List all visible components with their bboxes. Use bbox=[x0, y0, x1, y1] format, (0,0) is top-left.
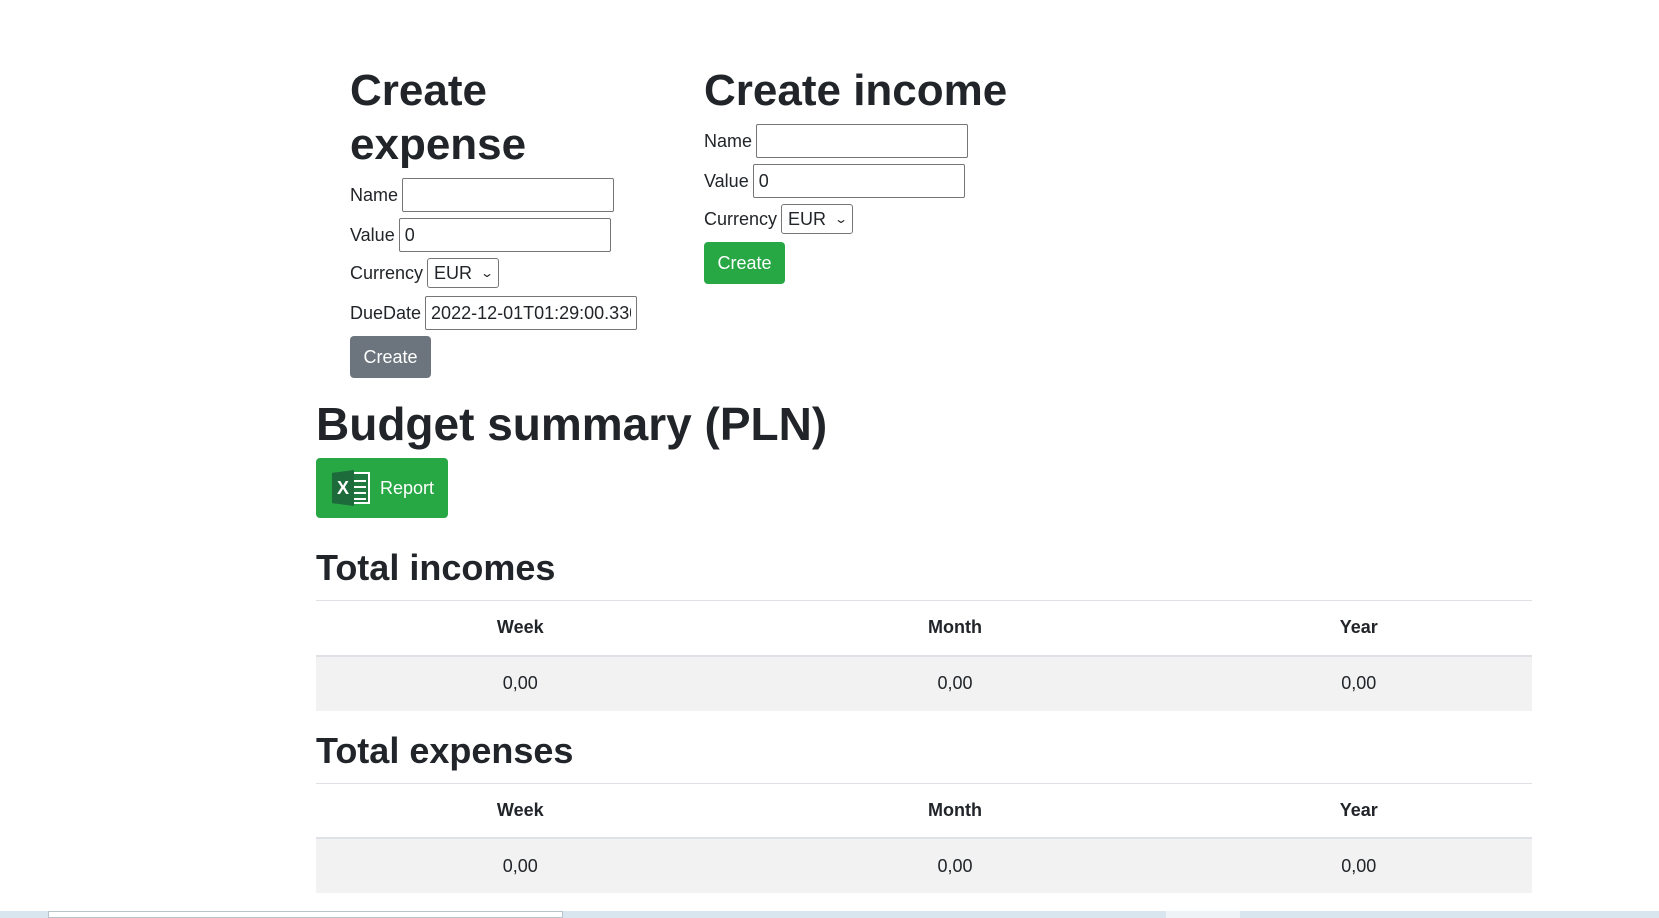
expense-name-input[interactable] bbox=[402, 178, 615, 212]
income-currency-label: Currency bbox=[704, 208, 778, 229]
table-cell: 0,00 bbox=[1341, 855, 1377, 876]
total-expenses-table: Week Month Year 0,00 0,00 0,00 bbox=[316, 783, 1532, 893]
expense-currency-label: Currency bbox=[350, 262, 424, 283]
total-incomes-title: Total incomes bbox=[316, 547, 556, 588]
create-income-title: Create income bbox=[704, 66, 1008, 115]
column-header: Month bbox=[928, 617, 982, 638]
income-name-input[interactable] bbox=[756, 124, 969, 158]
table-cell: 0,00 bbox=[502, 673, 538, 693]
expense-value-input[interactable] bbox=[398, 218, 611, 252]
excel-icon: X bbox=[332, 470, 372, 506]
report-button[interactable]: X Report bbox=[316, 458, 448, 518]
expense-name-label: Name bbox=[350, 184, 399, 205]
expense-duedate-input[interactable] bbox=[425, 296, 638, 330]
table-cell: 0,00 bbox=[1341, 673, 1377, 693]
expense-value-field: Value bbox=[350, 218, 650, 252]
chevron-down-icon: ⌄ bbox=[479, 266, 495, 280]
column-header: Week bbox=[496, 617, 544, 638]
budget-summary-title: Budget summary (PLN) bbox=[316, 398, 828, 450]
expense-currency-field: Currency EUR ⌄ bbox=[350, 258, 650, 288]
create-expense-button[interactable]: Create bbox=[350, 336, 431, 378]
expense-duedate-label: DueDate bbox=[350, 302, 422, 323]
total-expenses-title: Total expenses bbox=[316, 729, 574, 771]
column-header: Year bbox=[1339, 617, 1378, 638]
create-expense-title: Create expense bbox=[350, 66, 527, 169]
page: Create expense Name Value Currency EUR ⌄… bbox=[0, 0, 1659, 918]
income-value-label: Value bbox=[704, 170, 749, 191]
taskbar-item[interactable] bbox=[1166, 911, 1240, 918]
column-header: Month bbox=[928, 799, 982, 820]
create-expense-form: Create expense Name Value Currency EUR ⌄… bbox=[350, 64, 650, 378]
table-row: 0,00 0,00 0,00 bbox=[316, 655, 1532, 711]
create-income-button[interactable]: Create bbox=[704, 242, 785, 284]
chevron-down-icon: ⌄ bbox=[833, 212, 849, 226]
income-name-label: Name bbox=[704, 130, 753, 151]
income-currency-select[interactable]: EUR ⌄ bbox=[781, 204, 854, 234]
expense-name-field: Name bbox=[350, 178, 650, 212]
column-header: Year bbox=[1339, 799, 1378, 820]
table-row: 0,00 0,00 0,00 bbox=[316, 838, 1532, 893]
income-currency-value: EUR bbox=[788, 208, 827, 229]
income-value-field: Value bbox=[704, 164, 1024, 198]
expense-currency-select[interactable]: EUR ⌄ bbox=[427, 258, 500, 288]
column-header: Week bbox=[496, 799, 544, 820]
taskbar-search-box[interactable] bbox=[48, 911, 563, 918]
expense-duedate-field: DueDate bbox=[350, 296, 650, 330]
table-header-row: Week Month Year bbox=[316, 600, 1532, 656]
expense-value-label: Value bbox=[350, 224, 395, 245]
income-name-field: Name bbox=[704, 124, 1024, 158]
report-button-label: Report bbox=[380, 477, 435, 498]
budget-summary: Budget summary (PLN) X Report Total inco… bbox=[316, 396, 1532, 893]
total-incomes-table: Week Month Year 0,00 0,00 0,00 bbox=[316, 600, 1532, 711]
table-header-row: Week Month Year bbox=[316, 783, 1532, 838]
table-cell: 0,00 bbox=[502, 855, 538, 876]
table-cell: 0,00 bbox=[937, 673, 973, 693]
create-income-form: Create income Name Value Currency EUR ⌄ … bbox=[704, 64, 1024, 284]
income-currency-field: Currency EUR ⌄ bbox=[704, 204, 1024, 234]
table-cell: 0,00 bbox=[937, 855, 973, 876]
expense-currency-value: EUR bbox=[434, 262, 473, 283]
income-value-input[interactable] bbox=[752, 164, 965, 198]
